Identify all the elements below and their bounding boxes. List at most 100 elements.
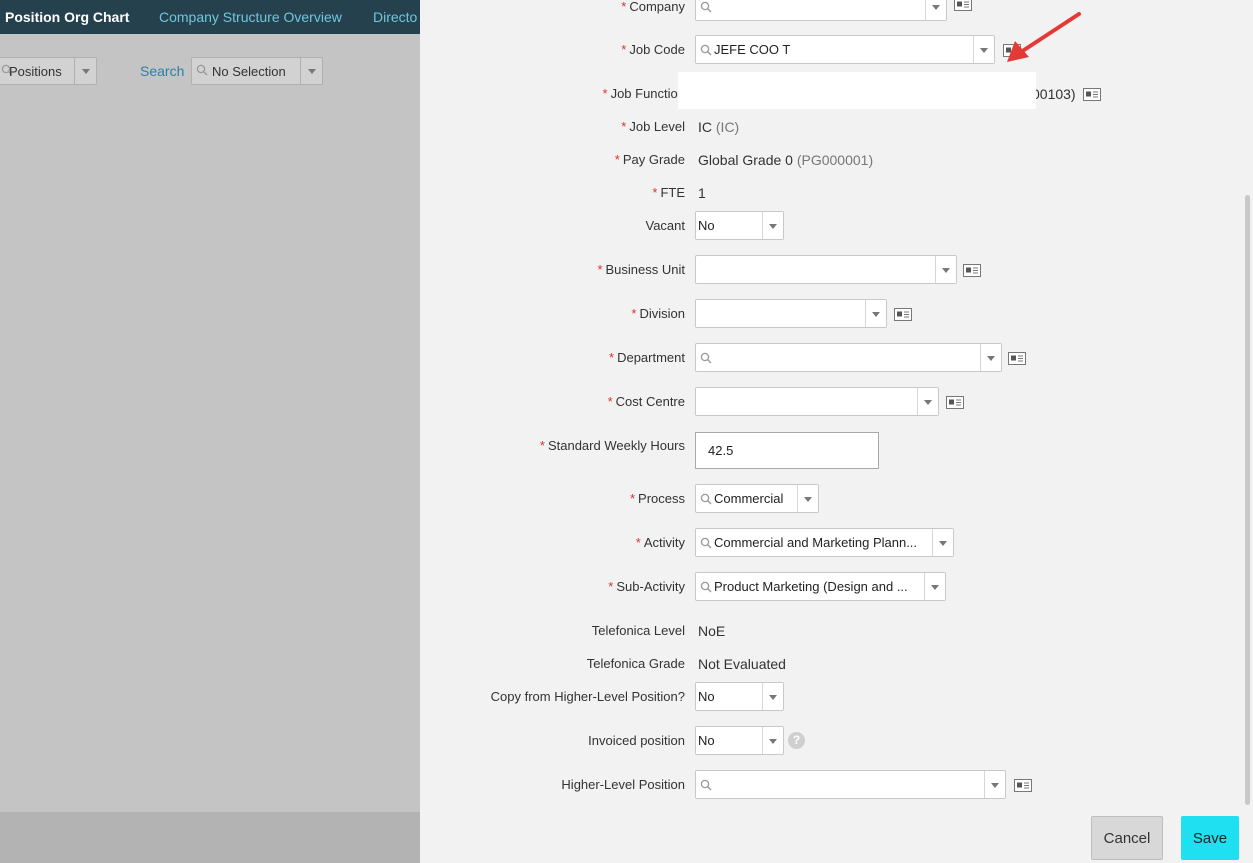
- chevron-down-icon[interactable]: [797, 485, 818, 512]
- details-card-icon[interactable]: [1014, 779, 1032, 792]
- details-card-icon[interactable]: [894, 308, 912, 321]
- job-level-value: IC (IC): [698, 119, 740, 135]
- footer: [0, 812, 420, 863]
- standard-weekly-hours-row: * Standard Weekly Hours: [420, 432, 1253, 470]
- department-field[interactable]: [695, 343, 1002, 372]
- activity-field[interactable]: Commercial and Marketing Plann...: [695, 528, 954, 557]
- chevron-down-icon[interactable]: [980, 344, 1001, 371]
- details-card-icon[interactable]: [1083, 88, 1101, 101]
- chevron-down-icon[interactable]: [973, 36, 994, 63]
- search-icon: [700, 352, 712, 364]
- telefonica-level-row: Telefonica Level NoE: [420, 616, 1253, 646]
- chevron-down-icon[interactable]: [762, 727, 783, 754]
- job-level-row: * Job Level IC (IC): [420, 112, 1253, 142]
- chevron-down-icon[interactable]: [984, 771, 1005, 798]
- positions-select-value: Positions: [9, 64, 62, 79]
- copy-from-higher-row: Copy from Higher-Level Position? No: [420, 682, 1253, 712]
- cost-centre-field[interactable]: [695, 387, 939, 416]
- division-field[interactable]: [695, 299, 887, 328]
- process-field[interactable]: Commercial: [695, 484, 819, 513]
- activity-label: * Activity: [635, 535, 685, 550]
- standard-weekly-hours-label: * Standard Weekly Hours: [539, 438, 685, 453]
- standard-weekly-hours-input[interactable]: [695, 432, 879, 469]
- cancel-button[interactable]: Cancel: [1091, 816, 1163, 860]
- top-nav: Position Org Chart Company Structure Ove…: [0, 0, 420, 34]
- chevron-down-icon[interactable]: [917, 388, 938, 415]
- job-function-row: * Job Function 00103): [420, 72, 1253, 109]
- annotation-arrow-icon: [1007, 12, 1081, 62]
- search-icon: [700, 1, 712, 13]
- chevron-down-icon[interactable]: [925, 0, 946, 20]
- search-icon: [196, 64, 208, 76]
- higher-level-position-row: Higher-Level Position: [420, 770, 1253, 800]
- fte-label: * FTE: [652, 185, 685, 200]
- details-card-icon[interactable]: [946, 396, 964, 409]
- job-function-label: * Job Function: [602, 86, 686, 101]
- telefonica-grade-row: Telefonica Grade Not Evaluated: [420, 649, 1253, 679]
- details-card-icon[interactable]: [1008, 352, 1026, 365]
- business-unit-field[interactable]: [695, 255, 957, 284]
- nav-directory[interactable]: Directo: [373, 9, 417, 25]
- pay-grade-label: * Pay Grade: [614, 152, 685, 167]
- search-icon: [700, 537, 712, 549]
- chevron-down-icon[interactable]: [924, 573, 945, 600]
- positions-select[interactable]: Positions: [0, 57, 97, 85]
- company-label: * Company: [621, 0, 685, 14]
- vacant-select[interactable]: No: [695, 211, 784, 240]
- search-icon: [700, 493, 712, 505]
- job-code-field[interactable]: JEFE COO T: [695, 35, 995, 64]
- search-select[interactable]: No Selection: [191, 57, 323, 85]
- process-row: * Process Commercial: [420, 484, 1253, 514]
- fte-row: * FTE 1: [420, 178, 1253, 208]
- save-button[interactable]: Save: [1181, 816, 1239, 860]
- search-label[interactable]: Search: [140, 63, 184, 79]
- telefonica-level-label: Telefonica Level: [591, 623, 685, 638]
- sub-activity-label: * Sub-Activity: [608, 579, 685, 594]
- chevron-down-icon[interactable]: [74, 58, 96, 84]
- chevron-down-icon[interactable]: [865, 300, 886, 327]
- chevron-down-icon[interactable]: [935, 256, 956, 283]
- business-unit-label: * Business Unit: [597, 262, 685, 277]
- search-icon: [700, 779, 712, 791]
- chevron-down-icon[interactable]: [300, 58, 322, 84]
- higher-level-position-label: Higher-Level Position: [561, 777, 685, 792]
- help-icon[interactable]: ?: [788, 732, 805, 749]
- search-select-value: No Selection: [212, 64, 286, 79]
- background-app: Position Org Chart Company Structure Ove…: [0, 0, 420, 863]
- process-label: * Process: [629, 491, 685, 506]
- search-icon: [700, 581, 712, 593]
- telefonica-grade-value: Not Evaluated: [698, 656, 786, 672]
- copy-from-higher-label: Copy from Higher-Level Position?: [490, 689, 685, 704]
- vacant-label: Vacant: [645, 218, 685, 233]
- nav-position-org-chart[interactable]: Position Org Chart: [5, 9, 129, 25]
- higher-level-position-field[interactable]: [695, 770, 1006, 799]
- copy-from-higher-select[interactable]: No: [695, 682, 784, 711]
- telefonica-level-value: NoE: [698, 623, 726, 639]
- details-card-icon[interactable]: [954, 0, 972, 11]
- sub-activity-field[interactable]: Product Marketing (Design and ...: [695, 572, 946, 601]
- activity-row: * Activity Commercial and Marketing Plann…: [420, 528, 1253, 558]
- department-label: * Department: [609, 350, 685, 365]
- search-icon: [700, 44, 712, 56]
- job-function-value: 00103): [1032, 86, 1076, 102]
- redaction: [678, 72, 1036, 109]
- pay-grade-row: * Pay Grade Global Grade 0 (PG000001): [420, 145, 1253, 175]
- invoiced-position-select[interactable]: No: [695, 726, 784, 755]
- chevron-down-icon[interactable]: [762, 212, 783, 239]
- job-code-row: * Job Code JEFE COO T: [420, 35, 1253, 65]
- pay-grade-value: Global Grade 0 (PG000001): [698, 152, 874, 168]
- sub-activity-row: * Sub-Activity Product Marketing (Design …: [420, 572, 1253, 602]
- details-card-icon[interactable]: [963, 264, 981, 277]
- job-code-value: JEFE COO T: [714, 42, 791, 57]
- job-level-label: * Job Level: [621, 119, 685, 134]
- vacant-row: Vacant No: [420, 211, 1253, 241]
- nav-company-structure-overview[interactable]: Company Structure Overview: [159, 9, 342, 25]
- company-row: * Company: [420, 0, 1253, 22]
- job-code-label: * Job Code: [621, 42, 685, 57]
- cost-centre-label: * Cost Centre: [607, 394, 685, 409]
- chevron-down-icon[interactable]: [762, 683, 783, 710]
- position-dialog: * Company * Job Code JEFE COO T * Job Funct…: [420, 0, 1253, 863]
- company-field[interactable]: [695, 0, 947, 21]
- invoiced-position-label: Invoiced position: [588, 733, 685, 748]
- chevron-down-icon[interactable]: [932, 529, 953, 556]
